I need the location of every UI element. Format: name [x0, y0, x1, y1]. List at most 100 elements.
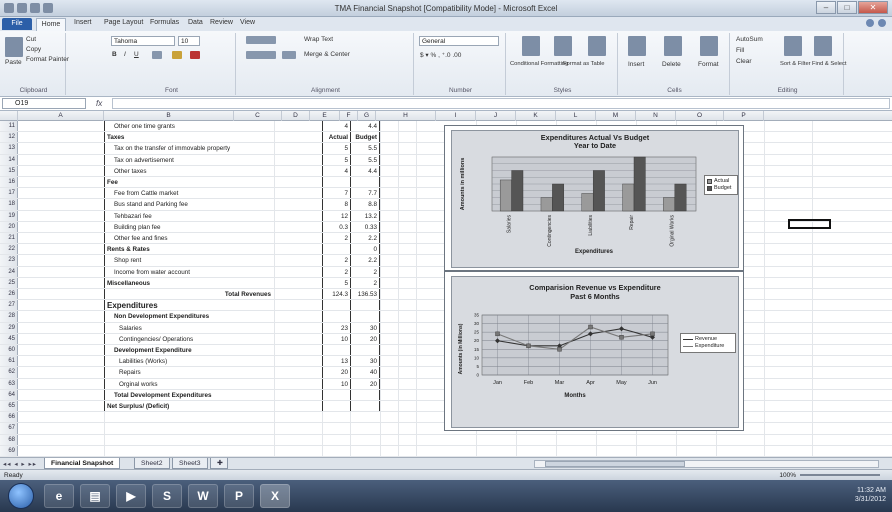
- tab-file[interactable]: File: [2, 18, 32, 30]
- tab-page-layout[interactable]: Page Layout: [104, 19, 143, 26]
- zoom-slider[interactable]: [800, 474, 880, 476]
- actual-cell[interactable]: 2: [322, 233, 350, 244]
- label-cell[interactable]: Development Expenditure: [104, 345, 274, 356]
- row-number[interactable]: 13: [0, 143, 18, 154]
- row-number[interactable]: 24: [0, 266, 18, 277]
- actual-cell[interactable]: 5: [322, 143, 350, 154]
- column-header[interactable]: L: [556, 111, 596, 121]
- budget-cell[interactable]: 30: [350, 322, 380, 333]
- row-number[interactable]: 62: [0, 367, 18, 378]
- font-name-combo[interactable]: Tahoma: [111, 36, 175, 46]
- close-button[interactable]: ✕: [858, 1, 888, 14]
- underline-button[interactable]: U: [134, 51, 139, 58]
- actual-cell[interactable]: 5: [322, 277, 350, 288]
- budget-cell[interactable]: 20: [350, 378, 380, 389]
- actual-cell[interactable]: [322, 389, 350, 400]
- actual-cell[interactable]: 4: [322, 121, 350, 132]
- row-number[interactable]: 64: [0, 389, 18, 400]
- paste-icon[interactable]: [5, 37, 23, 57]
- row-number[interactable]: 18: [0, 199, 18, 210]
- column-header[interactable]: I: [436, 111, 476, 121]
- minimize-ribbon-icon[interactable]: [866, 19, 874, 27]
- actual-cell[interactable]: 5: [322, 154, 350, 165]
- label-cell[interactable]: Contingencies/ Operations: [104, 333, 274, 344]
- label-cell[interactable]: [104, 435, 274, 445]
- column-header[interactable]: E: [310, 111, 340, 121]
- row-number[interactable]: 69: [0, 445, 18, 456]
- label-cell[interactable]: Income from water account: [104, 266, 274, 277]
- minimize-button[interactable]: –: [816, 1, 836, 14]
- row-number[interactable]: 14: [0, 154, 18, 165]
- row-number[interactable]: 68: [0, 434, 18, 445]
- budget-cell[interactable]: 7.7: [350, 188, 380, 199]
- row-number[interactable]: 66: [0, 412, 18, 423]
- copy-button[interactable]: Copy: [26, 46, 41, 53]
- tab-insert[interactable]: Insert: [74, 19, 92, 26]
- skype-icon[interactable]: S: [152, 484, 182, 508]
- row-number[interactable]: 28: [0, 311, 18, 322]
- merge-center-button[interactable]: Merge & Center: [304, 51, 350, 58]
- tab-formulas[interactable]: Formulas: [150, 19, 179, 26]
- budget-cell[interactable]: [350, 177, 380, 188]
- label-cell[interactable]: Bus stand and Parking fee: [104, 199, 274, 210]
- label-cell[interactable]: Total Revenues: [104, 289, 274, 300]
- budget-cell[interactable]: [350, 401, 380, 412]
- autosum-button[interactable]: AutoSum: [736, 36, 763, 43]
- row-number[interactable]: 23: [0, 255, 18, 266]
- row-number[interactable]: 20: [0, 221, 18, 232]
- label-cell[interactable]: Repairs: [104, 367, 274, 378]
- sheet-tab-financial-snapshot[interactable]: Financial Snapshot: [44, 458, 121, 469]
- align-left-icon[interactable]: [246, 51, 276, 59]
- label-cell[interactable]: Salaries: [104, 322, 274, 333]
- budget-cell[interactable]: 4.4: [350, 165, 380, 176]
- actual-cell[interactable]: 2: [322, 255, 350, 266]
- actual-cell[interactable]: 10: [322, 378, 350, 389]
- new-sheet-icon[interactable]: ✚: [210, 458, 228, 469]
- label-cell[interactable]: Tax on advertisement: [104, 154, 274, 165]
- column-header[interactable]: G: [358, 111, 376, 121]
- row-number[interactable]: 61: [0, 356, 18, 367]
- name-box[interactable]: O19: [2, 98, 86, 109]
- budget-cell[interactable]: [350, 389, 380, 400]
- budget-cell[interactable]: 2.2: [350, 233, 380, 244]
- row-number[interactable]: 45: [0, 333, 18, 344]
- budget-cell[interactable]: 30: [350, 356, 380, 367]
- italic-button[interactable]: I: [124, 51, 126, 58]
- tab-data[interactable]: Data: [188, 19, 203, 26]
- budget-cell[interactable]: 8.8: [350, 199, 380, 210]
- column-header[interactable]: O: [676, 111, 724, 121]
- budget-cell[interactable]: 0: [350, 244, 380, 255]
- row-number[interactable]: 27: [0, 300, 18, 311]
- find-select-icon[interactable]: [814, 36, 832, 56]
- actual-cell[interactable]: 124.3: [322, 289, 350, 300]
- label-cell[interactable]: Rents & Rates: [104, 244, 274, 255]
- media-player-icon[interactable]: ▶: [116, 484, 146, 508]
- budget-cell[interactable]: [350, 423, 380, 433]
- help-icon[interactable]: [878, 19, 886, 27]
- budget-cell[interactable]: Budget: [350, 132, 380, 143]
- budget-cell[interactable]: [350, 412, 380, 422]
- actual-cell[interactable]: [322, 300, 350, 311]
- actual-cell[interactable]: 8: [322, 199, 350, 210]
- budget-cell[interactable]: 5.5: [350, 143, 380, 154]
- row-number[interactable]: 25: [0, 277, 18, 288]
- wrap-text-button[interactable]: Wrap Text: [304, 36, 333, 43]
- powerpoint-icon[interactable]: P: [224, 484, 254, 508]
- indent-icon[interactable]: [282, 51, 296, 59]
- label-cell[interactable]: Tax on the transfer of immovable propert…: [104, 143, 274, 154]
- column-header[interactable]: B: [104, 111, 234, 121]
- sheet-nav-arrows[interactable]: ◂◂ ◂ ▸ ▸▸: [3, 460, 37, 468]
- label-cell[interactable]: Miscellaneous: [104, 277, 274, 288]
- actual-cell[interactable]: 2: [322, 266, 350, 277]
- budget-cell[interactable]: [350, 345, 380, 356]
- column-header[interactable]: H: [376, 111, 436, 121]
- column-header[interactable]: M: [596, 111, 636, 121]
- scroll-thumb[interactable]: [545, 461, 685, 467]
- label-cell[interactable]: Shop rent: [104, 255, 274, 266]
- label-cell[interactable]: Net Surplus/ (Deficit): [104, 401, 274, 412]
- clear-button[interactable]: Clear: [736, 58, 752, 65]
- zoom-level[interactable]: 100%: [779, 472, 796, 479]
- word-icon[interactable]: W: [188, 484, 218, 508]
- format-table-icon[interactable]: [554, 36, 572, 56]
- actual-cell[interactable]: [322, 446, 350, 456]
